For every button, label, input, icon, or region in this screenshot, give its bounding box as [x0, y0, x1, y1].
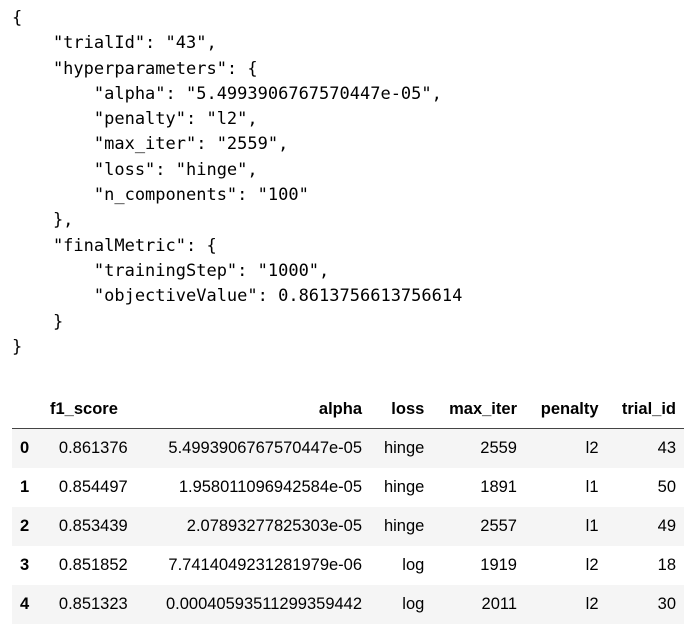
cell-max-iter: 2557	[480, 517, 517, 535]
cell-f1-score: 0.851323	[58, 595, 128, 613]
cell-trial-id: 49	[657, 517, 676, 535]
row-index: 3	[20, 556, 30, 574]
cell-loss: hinge	[383, 439, 425, 457]
cell-loss: hinge	[383, 517, 425, 535]
cell-penalty: l1	[585, 478, 599, 496]
table-row: 2 0.853439 2.07893277825303e-05 hinge 25…	[12, 507, 684, 546]
cell-f1-score: 0.854497	[58, 478, 128, 496]
json-output: { "trialId": "43", "hyperparameters": { …	[12, 6, 462, 360]
cell-f1-score: 0.861376	[58, 439, 128, 457]
cell-max-iter: 1891	[480, 478, 517, 496]
column-header-penalty: penalty	[525, 390, 607, 429]
json-line: "loss": "hinge",	[12, 159, 258, 180]
cell-alpha: 2.07893277825303e-05	[186, 517, 363, 535]
cell-trial-id: 43	[657, 439, 676, 457]
cell-penalty: l1	[585, 517, 599, 535]
json-line: {	[12, 8, 23, 28]
cell-loss: log	[402, 556, 425, 574]
cell-alpha: 7.7414049231281979e-06	[168, 556, 363, 574]
column-header-max-iter: max_iter	[432, 390, 525, 429]
json-line: "alpha": "5.4993906767570447e-05",	[12, 83, 442, 104]
json-line: },	[12, 210, 74, 231]
cell-f1-score: 0.853439	[58, 517, 128, 535]
table-body: 0 0.861376 5.4993906767570447e-05 hinge …	[12, 428, 684, 624]
row-index: 2	[20, 517, 30, 535]
column-header-loss: loss	[370, 390, 433, 429]
cell-trial-id: 50	[657, 478, 676, 496]
json-line: "hyperparameters": {	[12, 58, 258, 79]
json-line: }	[12, 336, 23, 357]
row-index: 1	[20, 478, 30, 496]
cell-trial-id: 30	[657, 595, 676, 613]
table-row: 0 0.861376 5.4993906767570447e-05 hinge …	[12, 428, 684, 468]
json-line: "n_components": "100"	[12, 185, 309, 206]
json-line: "finalMetric": {	[12, 235, 217, 256]
index-header	[12, 390, 42, 429]
header-row: f1_score alpha loss max_iter penalty tri…	[12, 390, 684, 429]
column-header-alpha: alpha	[135, 390, 371, 429]
cell-loss: hinge	[383, 478, 425, 496]
column-header-f1-score: f1_score	[42, 390, 136, 429]
cell-max-iter: 1919	[480, 556, 517, 574]
cell-loss: log	[402, 595, 425, 613]
cell-alpha: 5.4993906767570447e-05	[168, 439, 363, 457]
json-line: "trainingStep": "1000",	[12, 260, 330, 281]
json-line: "objectiveValue": 0.8613756613756614	[12, 286, 463, 307]
table-row: 4 0.851323 0.00040593511299359442 log 20…	[12, 585, 684, 624]
json-line: "penalty": "l2",	[12, 109, 258, 130]
cell-alpha: 0.00040593511299359442	[165, 595, 363, 613]
table-header: f1_score alpha loss max_iter penalty tri…	[12, 390, 684, 429]
table-row: 1 0.854497 1.958011096942584e-05 hinge 1…	[12, 468, 684, 507]
cell-max-iter: 2559	[480, 439, 517, 457]
row-index: 4	[20, 595, 30, 613]
cell-penalty: l2	[585, 439, 599, 457]
cell-penalty: l2	[585, 595, 599, 613]
row-index: 0	[20, 439, 30, 457]
json-line: }	[12, 311, 64, 332]
cell-alpha: 1.958011096942584e-05	[178, 478, 363, 496]
cell-f1-score: 0.851852	[58, 556, 128, 574]
json-line: "trialId": "43",	[12, 33, 217, 54]
column-header-trial-id: trial_id	[606, 390, 684, 429]
cell-penalty: l2	[585, 556, 599, 574]
json-line: "max_iter": "2559",	[12, 134, 289, 155]
table-row: 3 0.851852 7.7414049231281979e-06 log 19…	[12, 546, 684, 585]
dataframe-table: f1_score alpha loss max_iter penalty tri…	[12, 390, 684, 624]
cell-trial-id: 18	[657, 556, 676, 574]
cell-max-iter: 2011	[481, 595, 517, 613]
